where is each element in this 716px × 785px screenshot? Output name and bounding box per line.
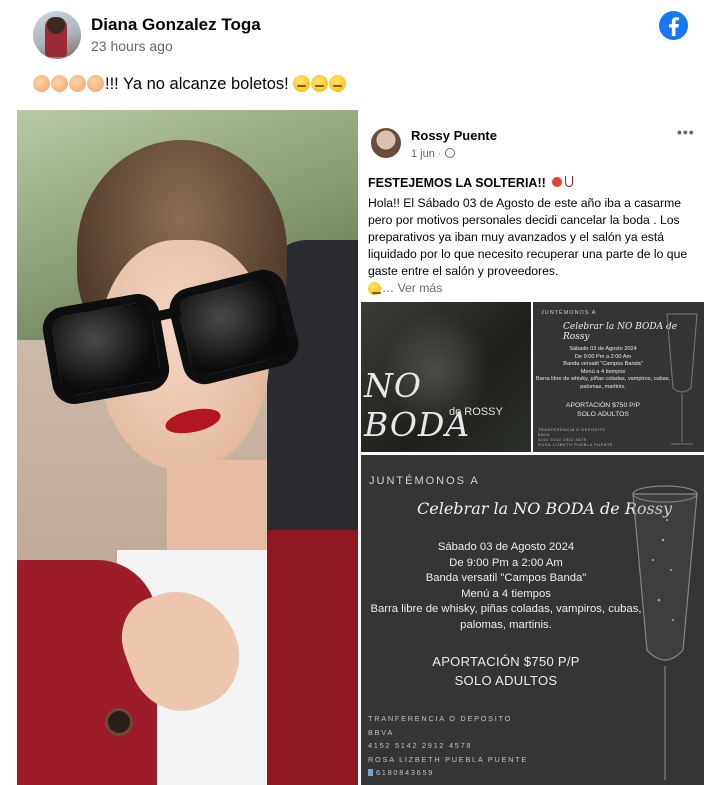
shared-post-timestamp: 1 jun · (411, 148, 455, 160)
champagne-glass-icon (632, 485, 698, 780)
author-avatar[interactable] (33, 11, 81, 59)
balloon-icon (551, 177, 562, 187)
post-timestamp[interactable]: 23 hours ago (91, 38, 173, 54)
no-boda-photo-flyer[interactable]: NO BODA de ROSSY (361, 302, 531, 452)
flyer-details: Sábado 03 de Agosto 2024 De 9:00 Pm a 2:… (535, 346, 671, 390)
clapping-hands-icon (33, 75, 50, 92)
shared-author-avatar (371, 128, 401, 158)
invitation-flyer-large[interactable]: JUNTÉMONOS A Celebrar la NO BODA de Ross… (361, 455, 704, 785)
facebook-logo-icon[interactable] (658, 10, 689, 41)
facebook-post: Diana Gonzalez Toga 23 hours ago !!! Ya … (0, 0, 716, 785)
shared-post-screenshot[interactable]: Rossy Puente 1 jun · ••• FESTEJEMOS LA S… (361, 110, 704, 300)
more-options-icon: ••• (677, 124, 695, 140)
flyer-intro: JUNTÉMONOS A (541, 310, 597, 316)
flyer-details: Sábado 03 de Agosto 2024 De 9:00 Pm a 2:… (370, 541, 642, 631)
see-more-link: … Ver más (382, 281, 443, 295)
globe-icon (444, 148, 455, 158)
tired-face-icon (329, 75, 347, 92)
flyer-intro: JUNTÉMONOS A (369, 475, 480, 487)
clapping-hands-icon (87, 75, 104, 92)
flyer-contribution: APORTACIÓN $750 P/P SOLO ADULTOS (565, 402, 641, 418)
post-caption: !!! Ya no alcanze boletos! (33, 75, 347, 94)
tired-face-icon (293, 75, 311, 92)
flyer-contribution: APORTACIÓN $750 P/P SOLO ADULTOS (432, 654, 580, 688)
phone-icon (368, 769, 373, 776)
no-boda-title: NO BODA (364, 366, 471, 444)
shared-post-body: Hola!! El Sábado 03 de Agosto de este añ… (368, 196, 688, 295)
wine-glass-icon (564, 176, 573, 187)
flyer-payment-info: TRANFERENCIA O DEPOSITO BBVA 4152 5142 2… (538, 428, 614, 447)
tired-face-icon (368, 282, 381, 295)
clapping-hands-icon (69, 75, 86, 92)
flyer-payment-info: TRANFERENCIA O DEPOSITO BBVA 4152 5142 2… (368, 714, 529, 777)
invitation-flyer-small[interactable]: JUNTÉMONOS A Celebrar la NO BODA de Ross… (533, 302, 704, 452)
caption-text: !!! Ya no alcanze boletos! (105, 75, 289, 93)
tired-face-icon (311, 75, 329, 92)
clapping-hands-icon (51, 75, 68, 92)
shared-post-title: FESTEJEMOS LA SOLTERIA!! (368, 176, 573, 190)
author-name[interactable]: Diana Gonzalez Toga (91, 15, 261, 35)
shared-author-name: Rossy Puente (411, 128, 497, 143)
no-boda-subtitle: de ROSSY (449, 406, 503, 418)
champagne-glass-icon (666, 313, 698, 445)
selfie-photo[interactable] (17, 110, 358, 785)
